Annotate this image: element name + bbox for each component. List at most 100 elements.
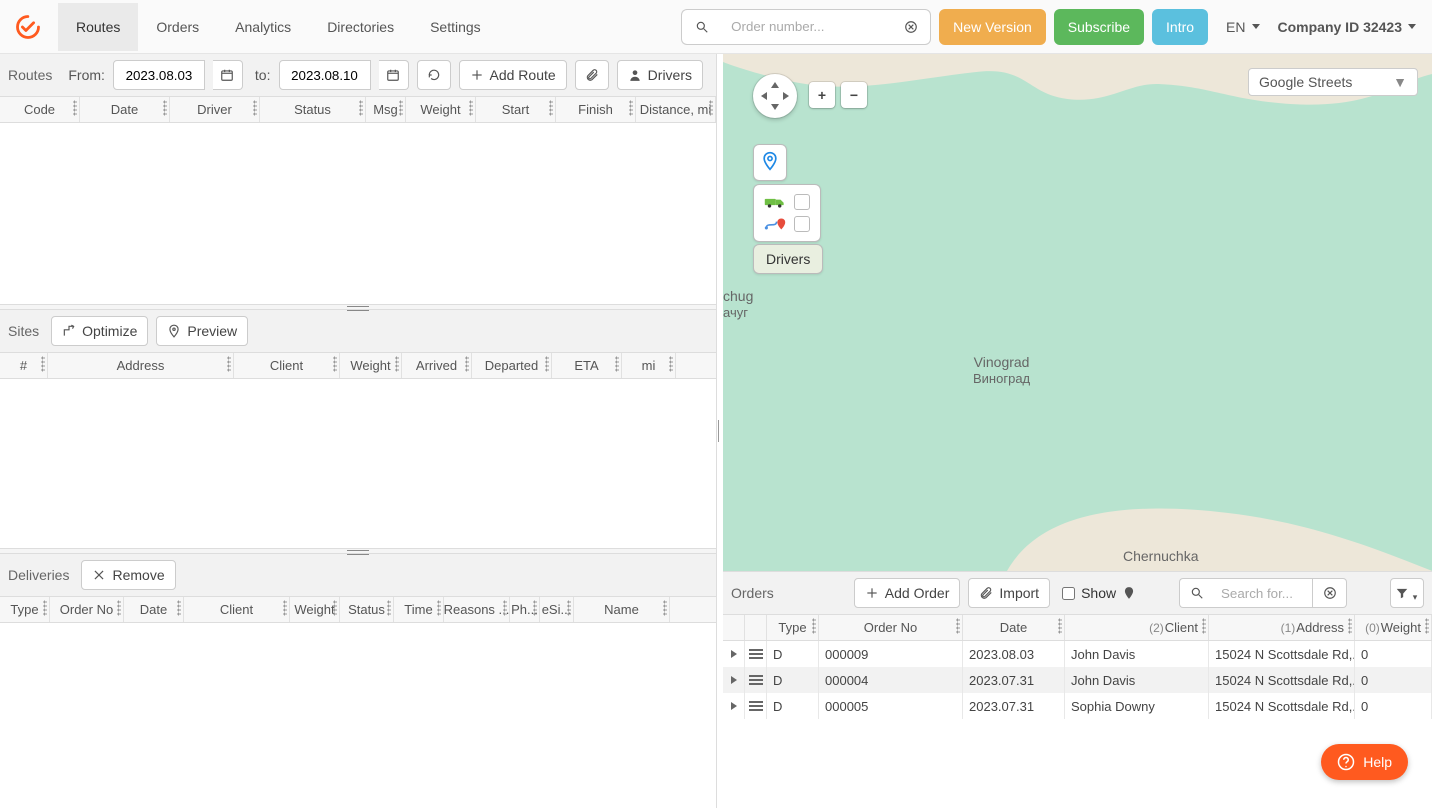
subscribe-button[interactable]: Subscribe bbox=[1054, 9, 1144, 45]
attach-button[interactable] bbox=[575, 60, 609, 90]
company-dropdown[interactable]: Company ID 32423 bbox=[1278, 19, 1417, 35]
col-header[interactable]: ETA bbox=[552, 353, 622, 378]
zoom-out-button[interactable]: − bbox=[841, 82, 867, 108]
col-header[interactable]: eSi... bbox=[540, 597, 574, 622]
order-search-group bbox=[681, 9, 931, 45]
app-logo bbox=[10, 9, 46, 45]
col-header[interactable]: Code bbox=[0, 97, 80, 122]
col-header[interactable]: mi bbox=[622, 353, 676, 378]
to-date-picker-icon[interactable] bbox=[379, 60, 409, 90]
intro-button[interactable]: Intro bbox=[1152, 9, 1208, 45]
col-header[interactable]: Distance, mi bbox=[636, 97, 716, 122]
col-header[interactable]: # bbox=[0, 353, 48, 378]
order-search-input[interactable] bbox=[721, 9, 891, 45]
expand-icon[interactable] bbox=[731, 702, 737, 710]
routes-grid-body[interactable] bbox=[0, 123, 716, 304]
col-header[interactable]: Reasons ... bbox=[444, 597, 510, 622]
col-header[interactable]: Type bbox=[0, 597, 50, 622]
expand-icon[interactable] bbox=[731, 650, 737, 658]
col-header[interactable]: Status bbox=[260, 97, 366, 122]
col-header[interactable]: Order No bbox=[50, 597, 124, 622]
new-version-button[interactable]: New Version bbox=[939, 9, 1046, 45]
col-header[interactable]: Departed bbox=[472, 353, 552, 378]
refresh-button[interactable] bbox=[417, 60, 451, 90]
drag-handle-icon[interactable] bbox=[749, 675, 763, 685]
col-header[interactable]: Status bbox=[340, 597, 394, 622]
col-header[interactable]: Start bbox=[476, 97, 556, 122]
import-button[interactable]: Import bbox=[968, 578, 1050, 608]
col-header[interactable]: Time bbox=[394, 597, 444, 622]
col-header[interactable]: Driver bbox=[170, 97, 260, 122]
col-header[interactable]: Name bbox=[574, 597, 670, 622]
optimize-button[interactable]: Optimize bbox=[51, 316, 148, 346]
table-row[interactable]: D0000092023.08.03John Davis15024 N Scott… bbox=[723, 641, 1432, 667]
map-pan-control[interactable] bbox=[753, 74, 797, 118]
col-header[interactable]: Client bbox=[234, 353, 340, 378]
nav-routes[interactable]: Routes bbox=[58, 3, 138, 51]
orders-search-clear-icon[interactable] bbox=[1313, 578, 1347, 608]
remove-button[interactable]: Remove bbox=[81, 560, 175, 590]
routes-title: Routes bbox=[8, 67, 52, 83]
table-row[interactable]: D0000042023.07.31John Davis15024 N Scott… bbox=[723, 667, 1432, 693]
map-drivers-button[interactable]: Drivers bbox=[753, 244, 823, 274]
col-header[interactable]: Arrived bbox=[402, 353, 472, 378]
map[interactable]: + − bbox=[723, 54, 1432, 572]
orders-filter-button[interactable]: ▾ bbox=[1390, 578, 1424, 608]
col-header[interactable]: Finish bbox=[556, 97, 636, 122]
col-header[interactable]: Ph... bbox=[510, 597, 540, 622]
drag-handle-icon[interactable] bbox=[749, 701, 763, 711]
table-row[interactable]: D0000052023.07.31Sophia Downy15024 N Sco… bbox=[723, 693, 1432, 719]
add-route-button[interactable]: Add Route bbox=[459, 60, 567, 90]
col-header[interactable]: Date bbox=[80, 97, 170, 122]
search-icon[interactable] bbox=[681, 9, 721, 45]
optimize-label: Optimize bbox=[82, 323, 137, 339]
deliveries-grid: TypeOrder NoDateClientWeightStatusTimeRe… bbox=[0, 597, 716, 808]
sites-grid-header: #AddressClientWeightArrivedDepartedETAmi bbox=[0, 353, 716, 379]
col-header[interactable]: Weight bbox=[290, 597, 340, 622]
orders-grid-body[interactable]: D0000092023.08.03John Davis15024 N Scott… bbox=[723, 641, 1432, 808]
from-date-picker-icon[interactable] bbox=[213, 60, 243, 90]
clear-search-icon[interactable] bbox=[891, 9, 931, 45]
company-label: Company ID 32423 bbox=[1278, 19, 1403, 35]
col-header[interactable]: Msg bbox=[366, 97, 406, 122]
routes-layer-checkbox[interactable] bbox=[794, 216, 810, 232]
remove-label: Remove bbox=[112, 567, 164, 583]
map-center-tool[interactable] bbox=[753, 144, 787, 181]
nav-settings[interactable]: Settings bbox=[412, 3, 499, 51]
nav-analytics[interactable]: Analytics bbox=[217, 3, 309, 51]
map-layer-toggles bbox=[753, 184, 821, 242]
orders-search-input[interactable] bbox=[1213, 578, 1313, 608]
show-checkbox[interactable] bbox=[1062, 587, 1075, 600]
from-date-input[interactable] bbox=[113, 60, 205, 90]
sites-grid-body[interactable] bbox=[0, 379, 716, 548]
drag-handle-icon[interactable] bbox=[749, 649, 763, 659]
help-button[interactable]: Help bbox=[1321, 744, 1408, 780]
show-toggle[interactable]: Show bbox=[1062, 585, 1136, 601]
orders-title: Orders bbox=[731, 585, 774, 601]
map-place-center: VinogradВиноград bbox=[973, 354, 1030, 386]
orders-search-icon[interactable] bbox=[1179, 578, 1213, 608]
to-date-input[interactable] bbox=[279, 60, 371, 90]
col-header[interactable]: Address bbox=[48, 353, 234, 378]
preview-button[interactable]: Preview bbox=[156, 316, 248, 346]
col-header[interactable]: Weight bbox=[406, 97, 476, 122]
splitter-routes-sites[interactable] bbox=[0, 304, 716, 310]
basemap-dropdown[interactable]: Google Streets ▼ bbox=[1248, 68, 1418, 96]
map-bottom-shape bbox=[1007, 501, 1432, 571]
trucks-layer-checkbox[interactable] bbox=[794, 194, 810, 210]
col-header[interactable]: Client bbox=[184, 597, 290, 622]
orders-toolbar: Orders Add Order Import Show bbox=[723, 572, 1432, 615]
drivers-button[interactable]: Drivers bbox=[617, 60, 703, 90]
deliveries-grid-body[interactable] bbox=[0, 623, 716, 808]
add-order-button[interactable]: Add Order bbox=[854, 578, 961, 608]
col-header[interactable]: Weight bbox=[340, 353, 402, 378]
nav-orders[interactable]: Orders bbox=[138, 3, 217, 51]
col-header[interactable]: Date bbox=[124, 597, 184, 622]
splitter-sites-deliveries[interactable] bbox=[0, 548, 716, 554]
nav-directories[interactable]: Directories bbox=[309, 3, 412, 51]
language-dropdown[interactable]: EN bbox=[1226, 19, 1259, 35]
zoom-in-button[interactable]: + bbox=[809, 82, 835, 108]
expand-icon[interactable] bbox=[731, 676, 737, 684]
sites-title: Sites bbox=[8, 323, 39, 339]
routes-toolbar: Routes From: to: Add Route bbox=[0, 54, 716, 97]
